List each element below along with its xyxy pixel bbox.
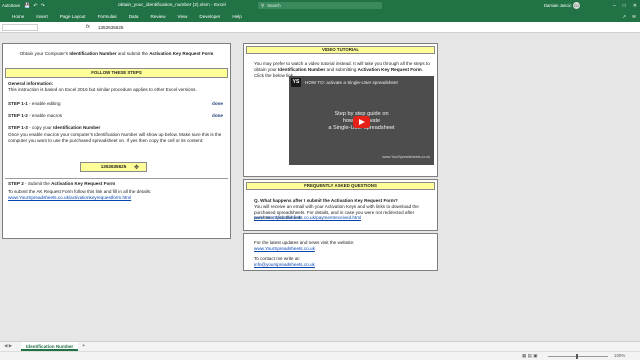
step-text: - enable editing	[27, 101, 61, 106]
name-box[interactable]	[2, 23, 38, 31]
payment-received-link[interactable]: www.YourSpreadsheets.co.uk/paymentreceiv…	[254, 215, 361, 220]
zoom-level[interactable]: 100%	[614, 353, 625, 358]
step-1-1: STEP 1-1 - enable editing	[8, 101, 61, 106]
video-tutorial-panel: VIDEO TUTORIAL You may prefer to watch a…	[243, 43, 438, 177]
tab-home[interactable]: Home	[12, 14, 24, 19]
channel-logo: YS	[291, 78, 301, 87]
zoom-slider[interactable]	[548, 356, 608, 357]
window-controls: – □ ✕	[613, 3, 637, 9]
autosave-toggle[interactable]: AutoSave	[2, 3, 20, 8]
ribbon-tabs: Home Insert Page Layout Formulas Data Re…	[0, 11, 640, 22]
step-label: STEP 1-1	[8, 101, 28, 106]
maximize-icon[interactable]: □	[623, 3, 626, 9]
tab-page-layout[interactable]: Page Layout	[60, 14, 86, 19]
faq-header: FREQUENTLY ASKED QUESTIONS	[246, 182, 435, 190]
step-2: STEP 2 - Submit the Activation Key Reque…	[8, 181, 115, 186]
email-link[interactable]: info@yourspreadsheets.co.uk	[254, 262, 315, 267]
intro-text-part: Obtain your Computer's	[19, 51, 70, 56]
fx-icon[interactable]: fx	[86, 24, 90, 30]
video-text-bold: Identification Number	[278, 67, 326, 72]
intro-text-part: and submit the	[116, 51, 150, 56]
step-text-bold: Activation Key Request Form	[51, 181, 116, 186]
step-1-2: STEP 1-2 - enable macros	[8, 113, 62, 118]
play-button-icon[interactable]	[353, 116, 370, 128]
instructions-panel: Obtain your Computer's Identification Nu…	[2, 43, 231, 239]
move-cursor-icon: ✥	[134, 165, 140, 171]
search-icon: ⚲	[261, 2, 265, 8]
document-title: obtain_your_identification_number (2).xl…	[118, 3, 226, 8]
step-1-1-status: done	[212, 101, 223, 106]
title-bar: AutoSave 💾 ↶ ↷ obtain_your_identificatio…	[0, 0, 640, 11]
close-icon[interactable]: ✕	[633, 3, 637, 9]
step-label: STEP 1-3	[8, 125, 28, 130]
tab-help[interactable]: Help	[232, 14, 241, 19]
ribbon-actions: ↗ ✉	[622, 14, 636, 20]
step-label: STEP 2	[8, 181, 24, 186]
minimize-icon[interactable]: –	[613, 3, 616, 9]
step-label: STEP 1-2	[8, 113, 28, 118]
tab-data[interactable]: Data	[129, 14, 139, 19]
activation-form-link[interactable]: www.YourSpreadsheets.co.uk/activationkey…	[8, 195, 131, 200]
step-2-instructions: To submit the AK Request Form follow thi…	[8, 189, 152, 194]
comments-icon[interactable]: ✉	[632, 14, 636, 20]
zoom-slider-handle[interactable]	[576, 354, 578, 359]
faq-question: Q. What happens after I submit the Activ…	[254, 198, 398, 203]
sheet-tabs-bar: ◀ ▶ Identification Number +	[0, 341, 640, 351]
video-tutorial-header: VIDEO TUTORIAL	[246, 46, 435, 54]
website-link[interactable]: www.YourSpreadsheets.co.uk	[254, 246, 315, 251]
avatar[interactable]: DJ	[573, 2, 580, 9]
status-bar: ▦ ▤ ▣ 100%	[0, 351, 640, 360]
intro-text-bold: Activation Key Request Form	[149, 51, 214, 56]
general-info-text: This instruction is based on Excel 2016 …	[8, 87, 197, 92]
divider	[5, 178, 228, 179]
formula-input[interactable]: 1353635625	[98, 25, 124, 30]
general-info-title: General information:	[8, 81, 54, 86]
tab-review[interactable]: Review	[150, 14, 165, 19]
add-sheet-button[interactable]: +	[82, 343, 85, 349]
contact-panel: For the latest updates and news visit th…	[243, 233, 438, 271]
step-text-bold: Identification Number	[53, 125, 101, 130]
view-buttons-icon[interactable]: ▦ ▤ ▣	[522, 353, 538, 359]
quick-access-toolbar: 💾 ↶ ↷	[24, 3, 45, 9]
undo-icon[interactable]: ↶	[33, 3, 37, 9]
video-text-part: and submitting	[325, 67, 358, 72]
sheet-tab-identification-number[interactable]: Identification Number	[21, 342, 79, 351]
sheet-nav-arrows-icon[interactable]: ◀ ▶	[4, 343, 12, 349]
redo-icon[interactable]: ↷	[41, 3, 45, 9]
save-icon[interactable]: 💾	[24, 3, 30, 9]
updates-text: For the latest updates and news visit th…	[254, 240, 355, 245]
step-text: - enable macros	[27, 113, 63, 118]
step-1-3: STEP 1-3 - copy your Identification Numb…	[8, 125, 100, 130]
video-caption: www.YourSpreadsheets.co.uk	[382, 155, 430, 159]
search-box[interactable]: ⚲ Search	[258, 2, 382, 9]
search-placeholder: Search	[267, 3, 281, 8]
user-name[interactable]: Damian Jancic	[544, 3, 571, 8]
video-title[interactable]: HOW TO: activate a Single-User spreadshe…	[305, 80, 398, 85]
step-1-2-status: done	[212, 113, 223, 118]
contact-text: To contact me write at:	[254, 256, 300, 261]
tab-insert[interactable]: Insert	[36, 14, 48, 19]
intro-text-bold: Identification Number	[69, 51, 117, 56]
video-text-bold: Activation Key Request Form	[357, 67, 422, 72]
intro-text: Obtain your Computer's Identification Nu…	[3, 51, 230, 56]
tab-formulas[interactable]: Formulas	[98, 14, 117, 19]
step-text: - copy your	[27, 125, 54, 130]
worksheet-area[interactable]: Obtain your Computer's Identification Nu…	[0, 33, 640, 341]
formula-bar: fx 1353635625	[0, 22, 640, 33]
video-player[interactable]: YS HOW TO: activate a Single-User spread…	[289, 76, 434, 165]
steps-header: FOLLOW THESE STEPS	[5, 68, 228, 78]
tab-view[interactable]: View	[178, 14, 188, 19]
step-1-3-note: Once you enable macros your computer's I…	[8, 132, 222, 143]
share-icon[interactable]: ↗	[622, 14, 626, 20]
tab-developer[interactable]: Developer	[199, 14, 220, 19]
step-text: - Submit the	[23, 181, 52, 186]
faq-panel: FREQUENTLY ASKED QUESTIONS Q. What happe…	[243, 179, 438, 231]
